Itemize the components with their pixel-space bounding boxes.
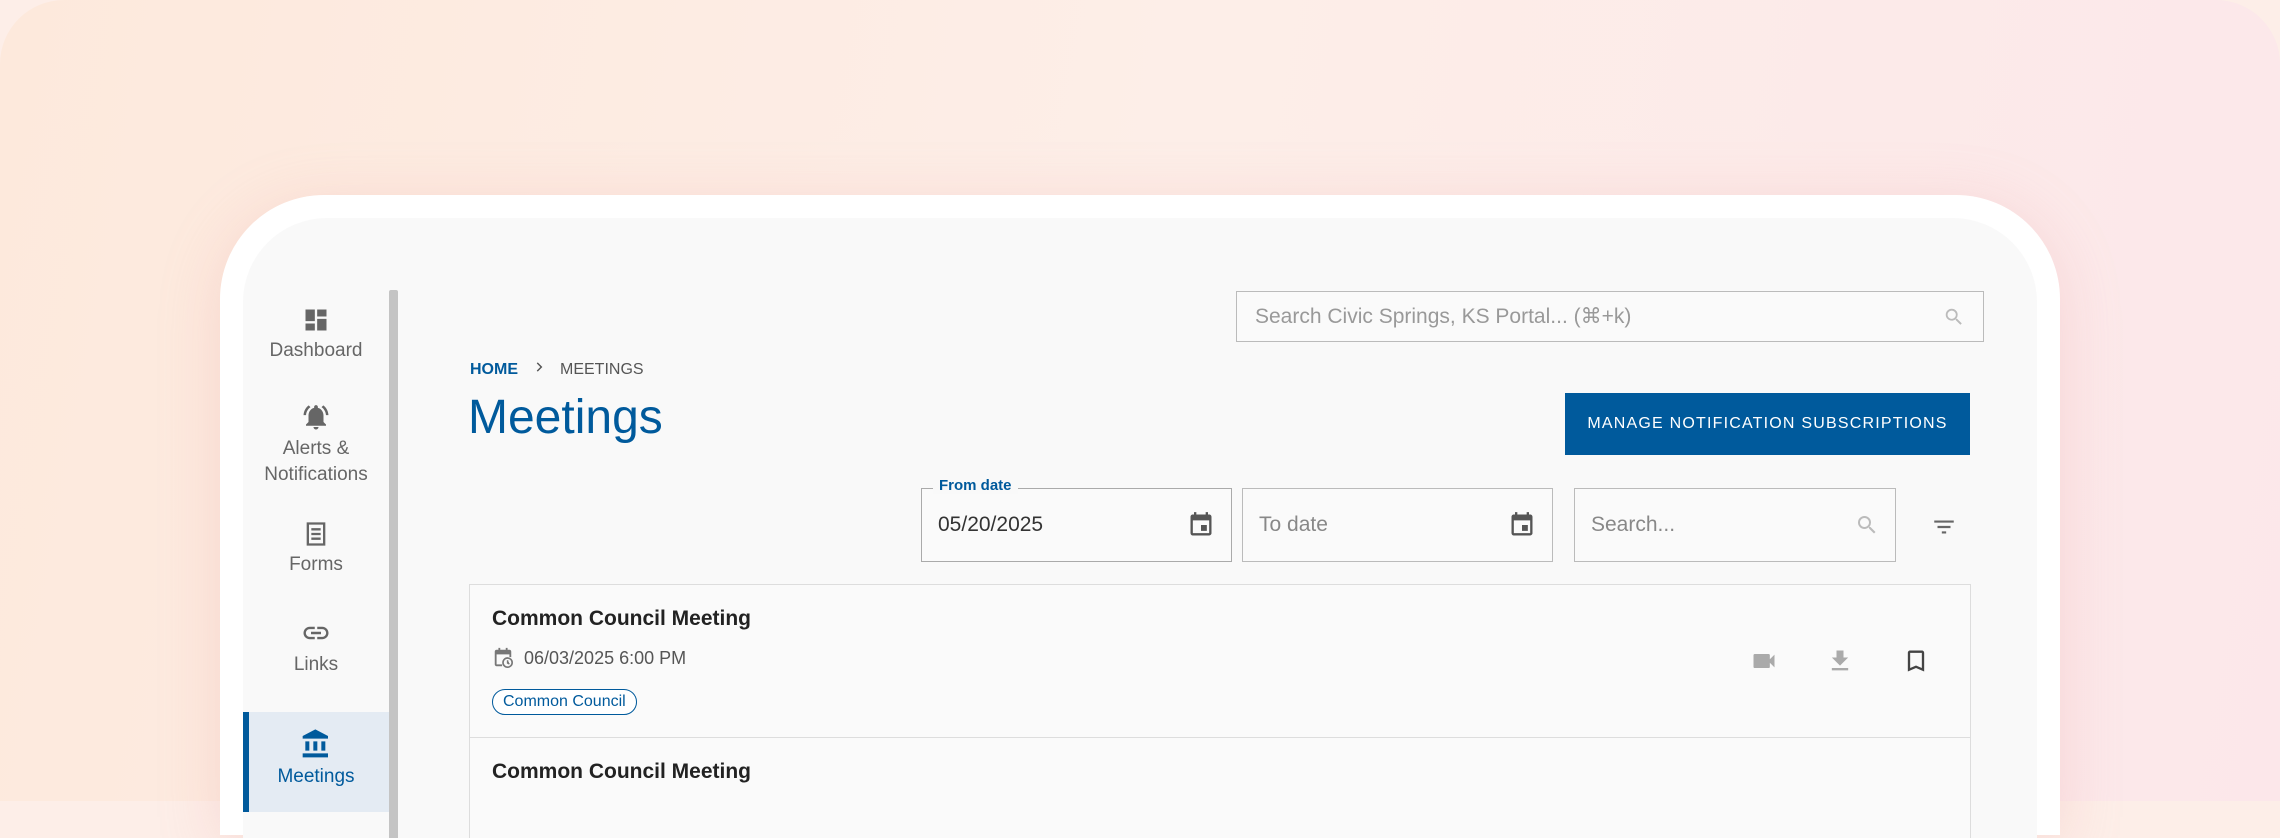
dashboard-icon bbox=[305, 309, 327, 331]
meeting-search-input[interactable]: Search... bbox=[1574, 488, 1896, 562]
sidebar-item-label: Alerts & Notifications bbox=[264, 438, 368, 485]
bank-icon bbox=[302, 729, 328, 758]
sidebar: Dashboard Alerts & Notifications Forms L… bbox=[243, 290, 393, 838]
global-search-input[interactable]: Search Civic Springs, KS Portal... (⌘+k) bbox=[1236, 291, 1984, 342]
sidebar-item-label: Meetings bbox=[277, 766, 355, 787]
active-indicator bbox=[243, 712, 249, 812]
search-placeholder: Search Civic Springs, KS Portal... (⌘+k) bbox=[1255, 305, 1632, 328]
meeting-date: 06/03/2025 6:00 PM bbox=[492, 647, 686, 669]
meeting-tag[interactable]: Common Council bbox=[492, 689, 637, 715]
bell-icon bbox=[303, 405, 329, 430]
chevron-right-icon bbox=[532, 360, 546, 379]
calendar-icon[interactable] bbox=[1187, 511, 1215, 539]
meeting-title[interactable]: Common Council Meeting bbox=[492, 607, 751, 631]
meeting-card[interactable]: Common Council Meeting 06/03/2025 6:00 P… bbox=[469, 584, 1971, 738]
sidebar-scrollbar[interactable] bbox=[389, 290, 398, 838]
download-icon[interactable] bbox=[1826, 647, 1854, 680]
sidebar-item-label: Dashboard bbox=[269, 340, 363, 361]
sidebar-item-meetings[interactable]: Meetings bbox=[243, 712, 389, 812]
breadcrumb-home[interactable]: HOME bbox=[470, 361, 518, 379]
page-title: Meetings bbox=[468, 391, 663, 444]
video-icon[interactable] bbox=[1750, 647, 1778, 680]
from-date-label: From date bbox=[933, 477, 1018, 494]
filter-icon[interactable] bbox=[1931, 514, 1957, 545]
sidebar-item-dashboard[interactable]: Dashboard bbox=[243, 306, 389, 384]
sidebar-item-label: Forms bbox=[289, 554, 343, 575]
breadcrumb-current: MEETINGS bbox=[560, 360, 644, 378]
breadcrumb: HOME MEETINGS bbox=[470, 360, 644, 379]
sidebar-item-alerts[interactable]: Alerts & Notifications bbox=[243, 402, 389, 502]
sidebar-item-forms[interactable]: Forms bbox=[243, 520, 389, 600]
from-date-value: 05/20/2025 bbox=[938, 513, 1044, 536]
sidebar-item-label: Links bbox=[293, 654, 339, 675]
search-icon[interactable] bbox=[1855, 513, 1879, 537]
meeting-actions bbox=[1750, 647, 1930, 680]
calendar-clock-icon bbox=[494, 647, 513, 668]
from-date-field[interactable]: 05/20/2025 bbox=[921, 488, 1232, 562]
sidebar-item-links[interactable]: Links bbox=[243, 618, 389, 698]
calendar-icon[interactable] bbox=[1508, 511, 1536, 539]
meeting-datetime: 06/03/2025 6:00 PM bbox=[524, 647, 687, 668]
manage-subscriptions-button[interactable]: MANAGE NOTIFICATION SUBSCRIPTIONS bbox=[1565, 393, 1970, 455]
form-icon bbox=[306, 522, 326, 546]
search-placeholder: Search... bbox=[1591, 513, 1676, 536]
to-date-placeholder: To date bbox=[1259, 513, 1328, 536]
to-date-field[interactable]: To date bbox=[1242, 488, 1553, 562]
meeting-title[interactable]: Common Council Meeting bbox=[492, 760, 751, 784]
link-icon bbox=[303, 626, 329, 640]
app-screen: Dashboard Alerts & Notifications Forms L… bbox=[243, 218, 2037, 838]
meeting-card[interactable]: Common Council Meeting bbox=[469, 737, 1971, 838]
search-icon[interactable] bbox=[1943, 306, 1965, 328]
bookmark-icon[interactable] bbox=[1902, 647, 1930, 680]
